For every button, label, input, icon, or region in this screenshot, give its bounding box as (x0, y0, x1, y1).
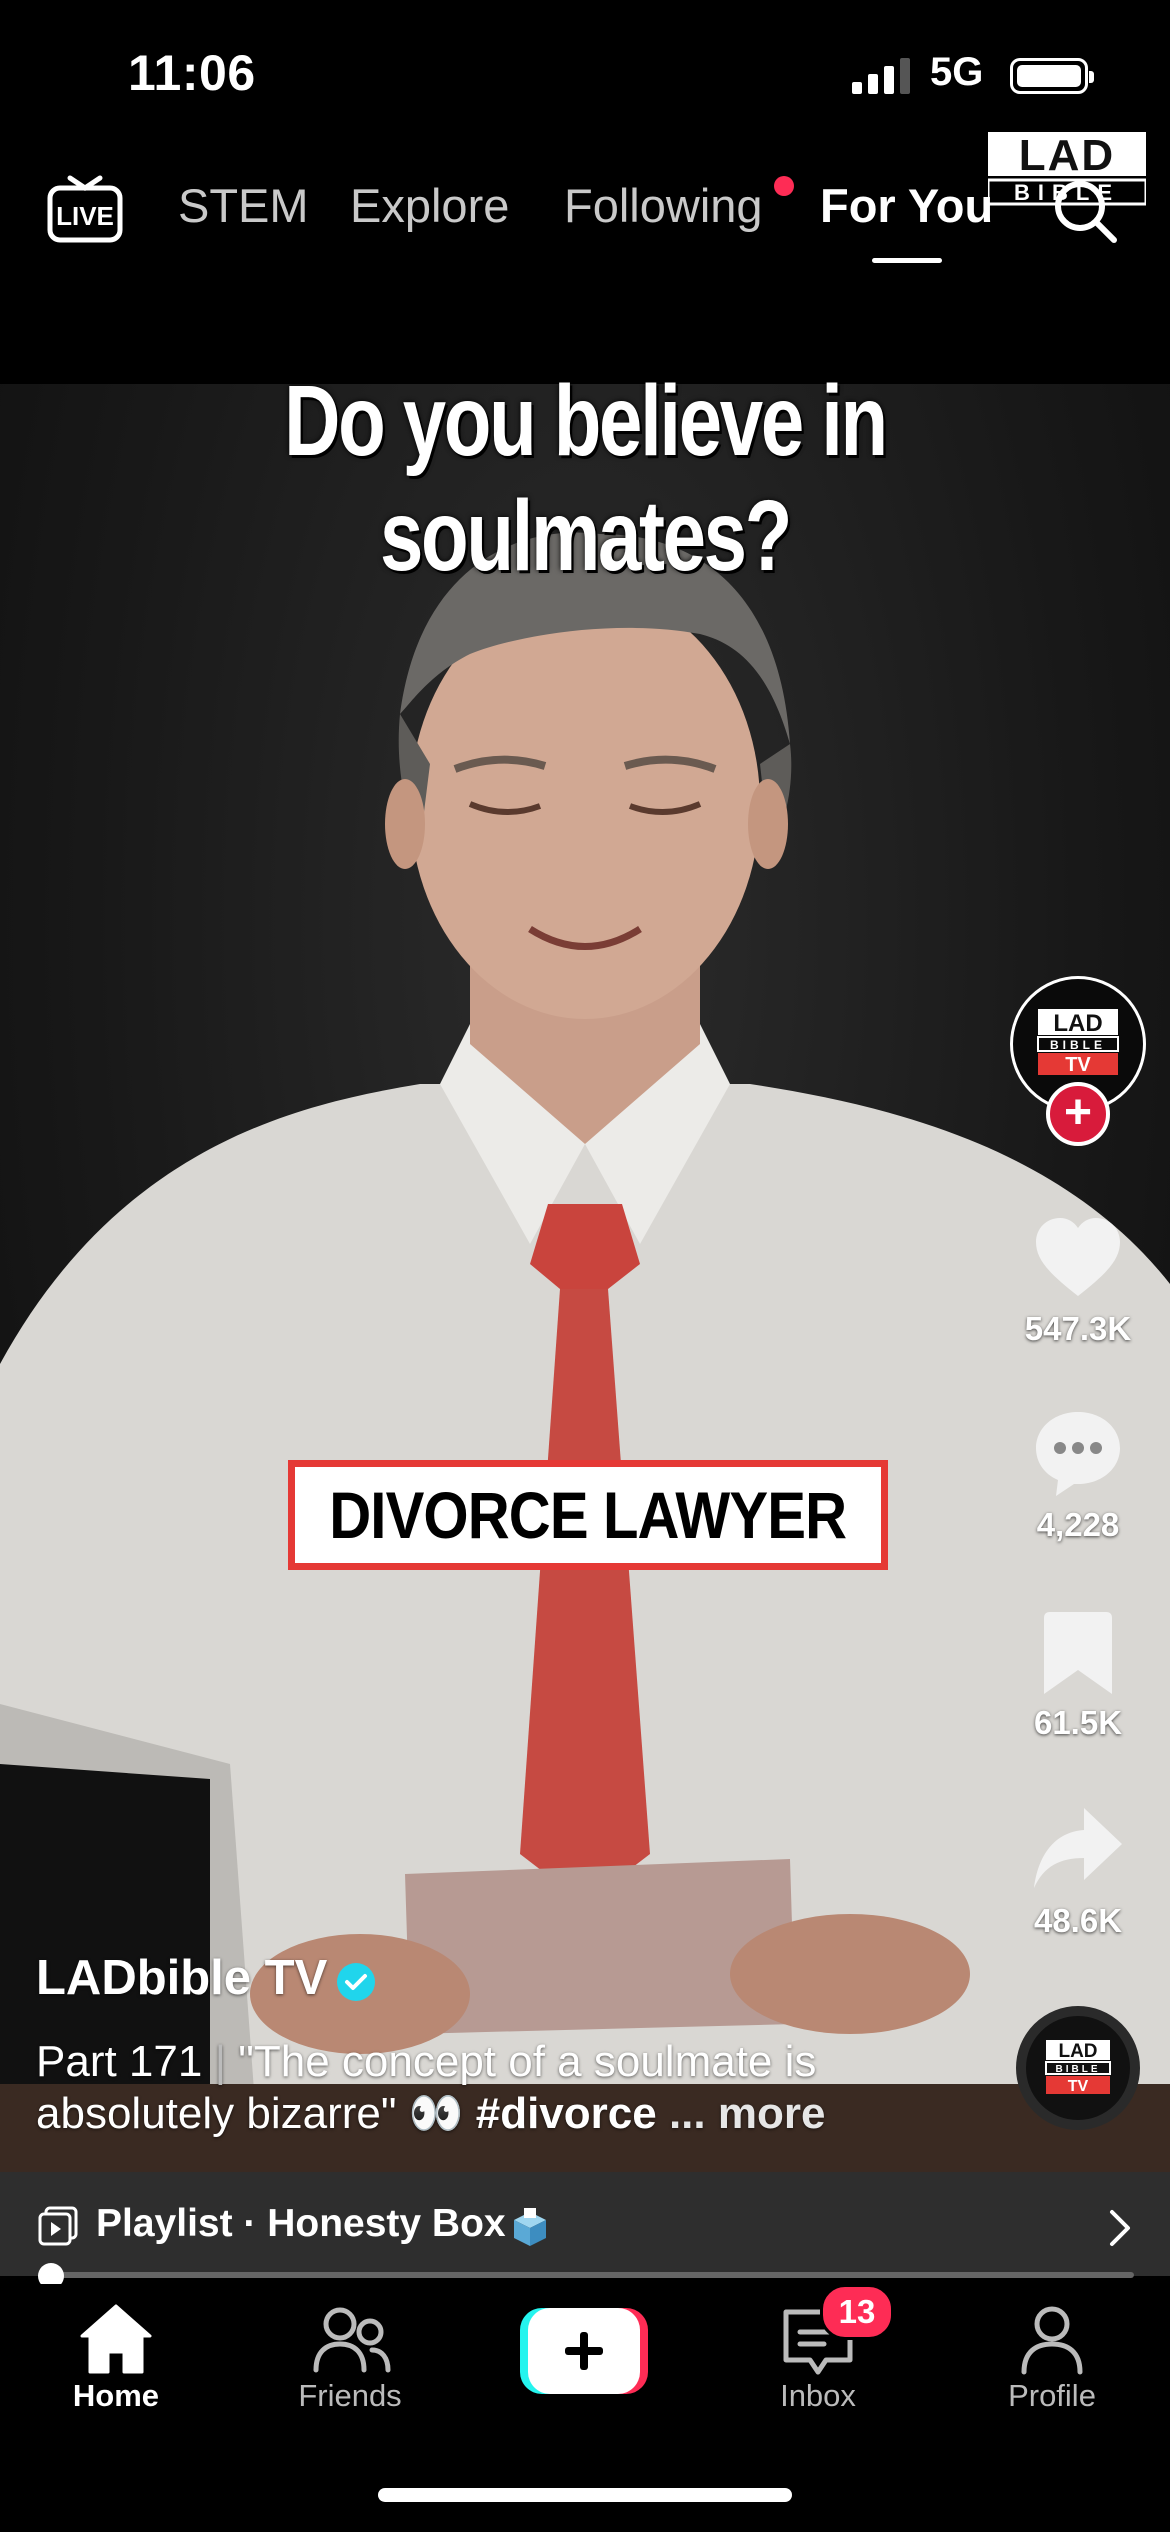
inbox-badge: 13 (820, 2284, 894, 2340)
lower-third-text: DIVORCE LAWYER (329, 1478, 848, 1552)
profile-icon[interactable] (1012, 2300, 1092, 2380)
comment-icon[interactable] (1030, 1404, 1126, 1500)
bookmark-icon[interactable] (1030, 1604, 1126, 1700)
more-link[interactable]: ... more (669, 2089, 826, 2138)
verified-badge-icon (337, 1963, 375, 2001)
tab-home-label[interactable]: Home (16, 2378, 216, 2414)
cellular-signal-icon (852, 58, 910, 94)
save-count: 61.5K (1033, 1704, 1123, 1741)
ladbible-watermark-logo: LAD BIBLE (988, 132, 1146, 206)
disc-logo-line2: BIBLE (1056, 2064, 1101, 2075)
home-icon[interactable] (76, 2300, 156, 2380)
playlist-icon (38, 2206, 78, 2246)
create-plus-button[interactable] (520, 2308, 648, 2394)
live-label: LIVE (56, 201, 114, 231)
share-count: 48.6K (1033, 1902, 1123, 1939)
share-icon[interactable] (1030, 1800, 1126, 1896)
following-notification-dot (774, 176, 794, 196)
battery-icon (1010, 58, 1094, 94)
music-disc[interactable]: LAD BIBLE TV (1016, 2006, 1140, 2130)
active-tab-indicator (872, 258, 942, 263)
network-type: 5G (930, 50, 984, 94)
avatar-logo-line3: TV (1065, 1054, 1091, 1076)
video-progress-track[interactable] (40, 2272, 1134, 2278)
home-indicator (378, 2488, 792, 2502)
hashtag-divorce[interactable]: #divorce (476, 2089, 657, 2138)
live-tv-icon[interactable]: LIVE (46, 172, 124, 244)
music-disc-logo: LAD BIBLE TV (1045, 2040, 1111, 2095)
tab-stem[interactable]: STEM (178, 178, 309, 233)
like-count: 547.3K (1024, 1310, 1132, 1347)
ballot-box-icon (514, 2208, 546, 2246)
disc-logo-line1: LAD (1058, 2041, 1097, 2062)
watermark-line2: BIBLE (1014, 180, 1120, 205)
author-name[interactable]: LADbible TV (36, 1950, 327, 2006)
caption-separator: | (214, 2037, 227, 2086)
watermark-line1: LAD (1019, 132, 1115, 180)
disc-logo-line3: TV (1068, 2078, 1089, 2095)
status-time: 11:06 (128, 45, 256, 101)
follow-plus-button[interactable]: + (1046, 1082, 1110, 1146)
playlist-label: Playlist · Honesty Box (96, 2202, 506, 2245)
avatar-logo-line2: BIBLE (1050, 1038, 1106, 1052)
tab-inbox-label[interactable]: Inbox (718, 2378, 918, 2414)
chevron-right-icon[interactable] (1108, 2208, 1132, 2248)
video-headline: Do you believe in soulmates? (284, 365, 888, 592)
avatar-logo-line1: LAD (1053, 1010, 1102, 1037)
caption-prefix: Part 171 (36, 2037, 203, 2086)
lower-third-label: DIVORCE LAWYER (288, 1460, 888, 1570)
caption-emoji: 👀 (408, 2089, 464, 2138)
tab-for-you[interactable]: For You (820, 178, 993, 233)
tab-friends-label[interactable]: Friends (250, 2378, 450, 2414)
friends-icon[interactable] (312, 2300, 392, 2380)
tab-following[interactable]: Following (564, 178, 763, 233)
heart-icon[interactable] (1030, 1210, 1126, 1306)
comment-count: 4,228 (1036, 1506, 1120, 1543)
tab-explore[interactable]: Explore (350, 178, 509, 233)
post-caption[interactable]: Part 171 | "The concept of a soulmate is… (36, 2036, 936, 2140)
tab-profile-label[interactable]: Profile (952, 2378, 1152, 2414)
